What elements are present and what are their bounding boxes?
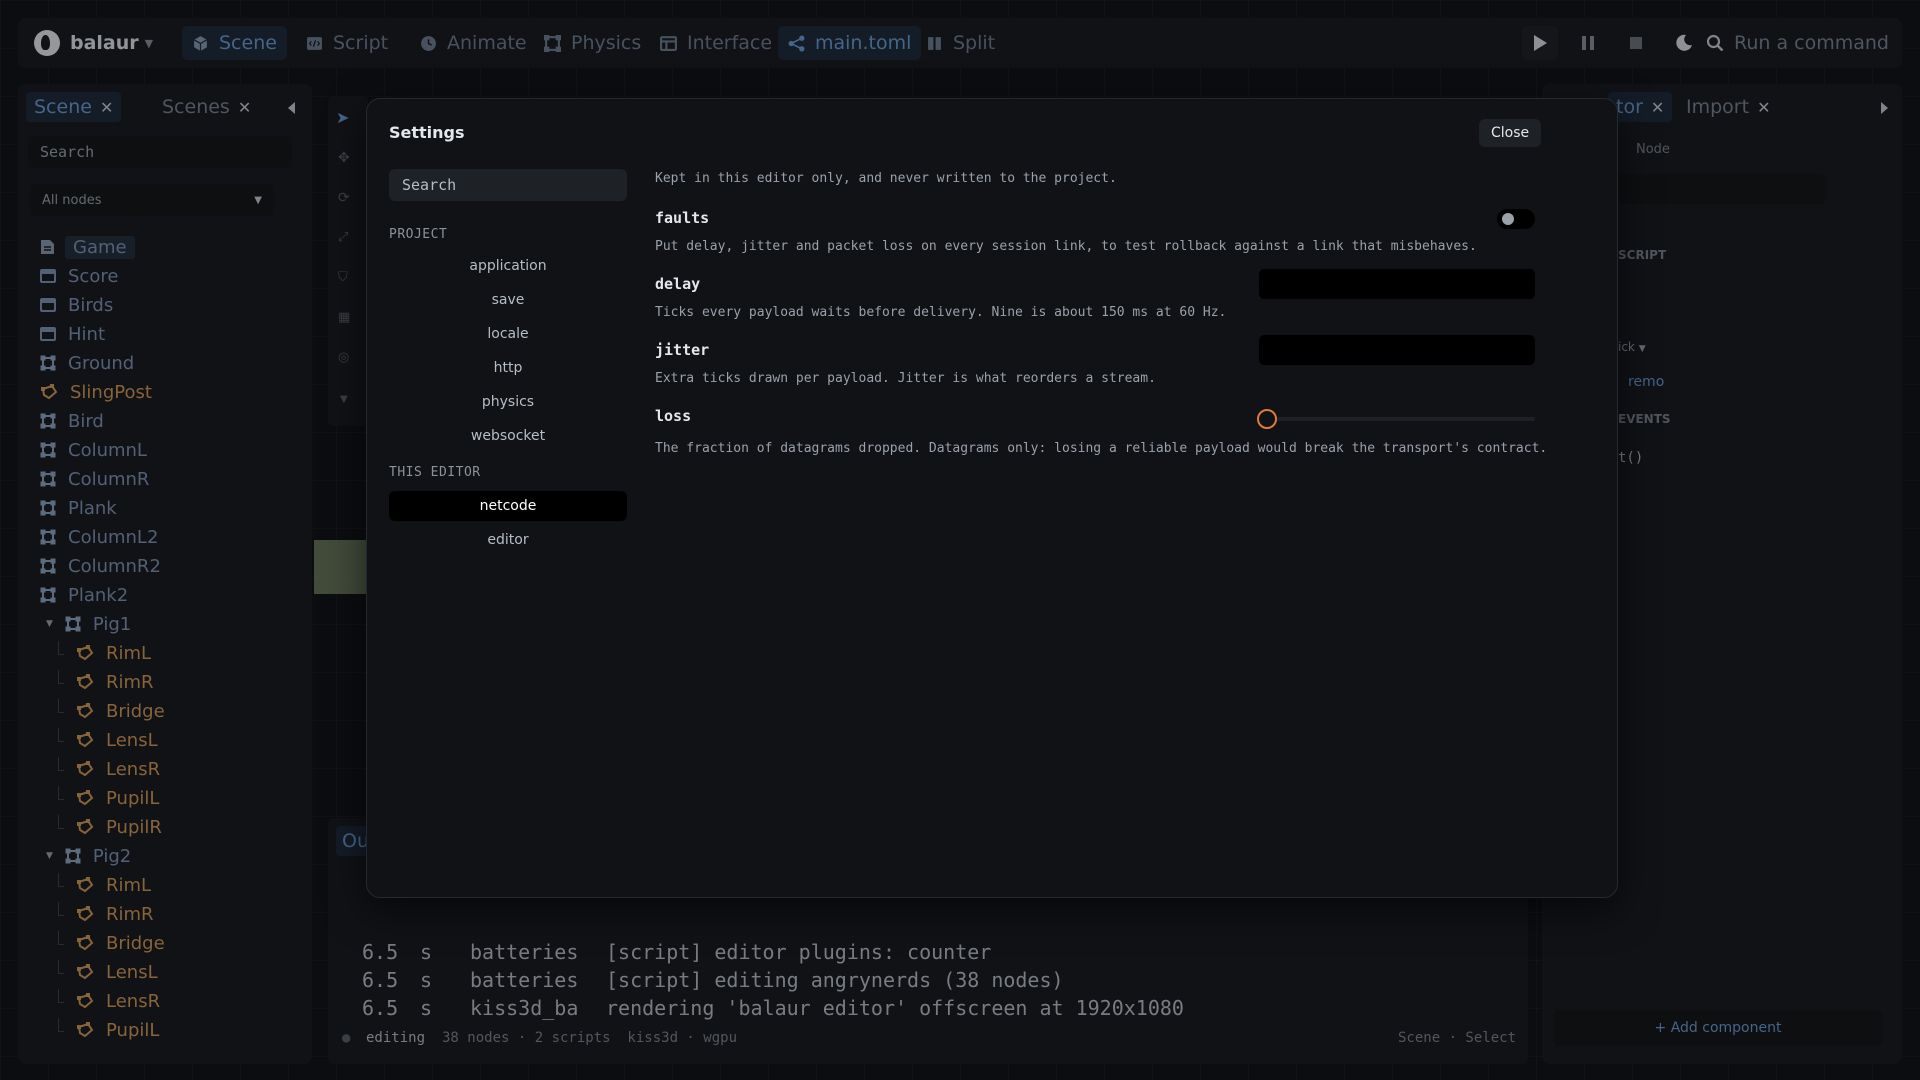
settings-nav-item[interactable]: physics [389,387,627,417]
delay-description: Ticks every payload waits before deliver… [655,305,1227,320]
faults-toggle[interactable] [1497,209,1535,229]
loss-slider-track[interactable] [1259,417,1535,421]
delay-label: delay [655,275,701,293]
editor-section-label: THIS EDITOR [389,465,481,480]
settings-intro: Kept in this editor only, and never writ… [655,171,1117,186]
settings-nav-item[interactable]: application [389,251,627,281]
delay-input[interactable] [1259,269,1535,299]
close-button[interactable]: Close [1479,119,1542,147]
settings-title: Settings [389,123,465,142]
settings-nav-item[interactable]: locale [389,319,627,349]
settings-dialog: Settings Close Search PROJECT applicatio… [366,98,1618,898]
loss-label: loss [655,407,692,425]
settings-nav-item[interactable]: http [389,353,627,383]
loss-description: The fraction of datagrams dropped. Datag… [655,441,1548,456]
jitter-description: Extra ticks drawn per payload. Jitter is… [655,371,1156,386]
settings-search-input[interactable]: Search [389,169,627,201]
faults-label: faults [655,209,710,227]
project-section-label: PROJECT [389,227,448,242]
jitter-input[interactable] [1259,335,1535,365]
toggle-knob [1502,213,1514,225]
settings-nav-item[interactable]: save [389,285,627,315]
settings-nav-item[interactable]: websocket [389,421,627,451]
settings-nav-item[interactable]: editor [389,525,627,555]
loss-slider-handle[interactable] [1257,409,1277,429]
settings-nav-item[interactable]: netcode [389,491,627,521]
settings-search-placeholder: Search [402,176,457,194]
faults-description: Put delay, jitter and packet loss on eve… [655,239,1477,254]
jitter-label: jitter [655,341,710,359]
